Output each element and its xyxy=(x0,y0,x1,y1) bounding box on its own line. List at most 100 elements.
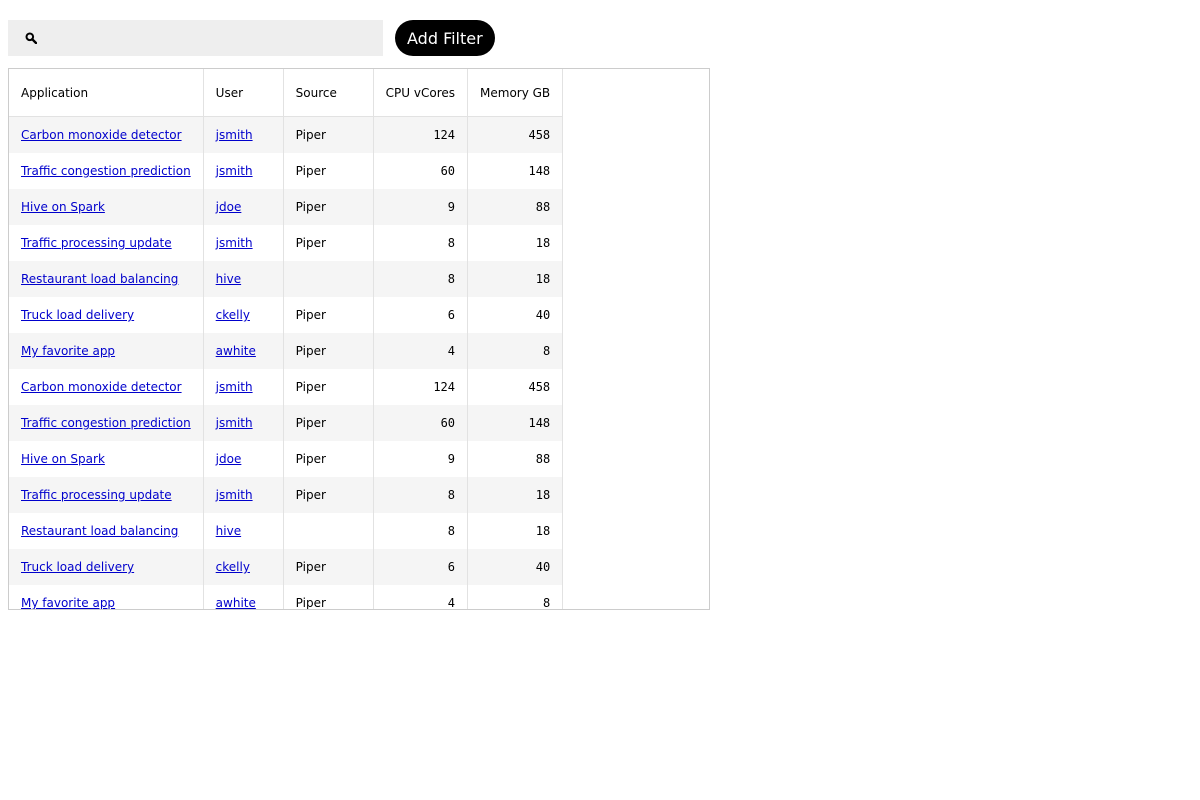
application-link[interactable]: Traffic congestion prediction xyxy=(21,416,191,430)
application-cell: My favorite app xyxy=(9,585,204,609)
cpu-vcores-cell: 6 xyxy=(373,549,469,585)
application-link[interactable]: Traffic congestion prediction xyxy=(21,164,191,178)
search-input[interactable] xyxy=(45,19,383,57)
add-filter-button[interactable]: Add Filter xyxy=(395,20,495,56)
memory-gb-cell: 40 xyxy=(467,297,564,333)
application-link[interactable]: Hive on Spark xyxy=(21,452,105,466)
table-row[interactable]: Hive on Spark jdoe Piper 9 88 xyxy=(9,441,564,477)
table-row[interactable]: Carbon monoxide detector jsmith Piper 124 45… xyxy=(9,116,564,153)
user-link[interactable]: jsmith xyxy=(216,236,253,250)
application-link[interactable]: Traffic processing update xyxy=(21,236,172,250)
user-link[interactable]: jsmith xyxy=(216,416,253,430)
table-row[interactable]: Truck load delivery ckelly Piper 6 40 xyxy=(9,297,564,333)
memory-gb-cell: 458 xyxy=(467,116,564,153)
table-row[interactable]: Restaurant load balancing hive 8 18 xyxy=(9,513,564,549)
user-cell: jsmith xyxy=(203,116,284,153)
memory-gb-cell: 8 xyxy=(467,333,564,369)
user-cell: jsmith xyxy=(203,225,284,261)
user-cell: awhite xyxy=(203,585,284,609)
application-link[interactable]: Truck load delivery xyxy=(21,308,134,322)
user-cell: jsmith xyxy=(203,369,284,405)
table-row[interactable]: Carbon monoxide detector jsmith Piper 124 45… xyxy=(9,369,564,405)
source-cell: Piper xyxy=(283,153,374,189)
memory-gb-cell: 88 xyxy=(467,189,564,225)
user-cell: hive xyxy=(203,513,284,549)
table-row[interactable]: My favorite app awhite Piper 4 8 xyxy=(9,333,564,369)
cpu-vcores-cell: 8 xyxy=(373,513,469,549)
user-cell: ckelly xyxy=(203,297,284,333)
table-row[interactable]: Traffic congestion prediction jsmith Piper… xyxy=(9,405,564,441)
cpu-vcores-cell: 60 xyxy=(373,405,469,441)
application-link[interactable]: Traffic processing update xyxy=(21,488,172,502)
application-cell: Hive on Spark xyxy=(9,441,204,477)
cpu-vcores-cell: 4 xyxy=(373,333,469,369)
source-cell: Piper xyxy=(283,189,374,225)
column-header-memory-gb[interactable]: Memory GB xyxy=(467,69,564,117)
user-cell: jdoe xyxy=(203,441,284,477)
user-cell: ckelly xyxy=(203,549,284,585)
user-link[interactable]: jsmith xyxy=(216,128,253,142)
user-cell: hive xyxy=(203,261,284,297)
column-header-application[interactable]: Application xyxy=(9,69,204,117)
search-box[interactable] xyxy=(8,19,383,57)
user-link[interactable]: jsmith xyxy=(216,380,253,394)
cpu-vcores-cell: 124 xyxy=(373,116,469,153)
source-cell xyxy=(283,513,374,549)
user-link[interactable]: ckelly xyxy=(216,308,250,322)
user-link[interactable]: hive xyxy=(216,524,241,538)
cpu-vcores-cell: 9 xyxy=(373,189,469,225)
table-header-row: Application User Source CPU vCores Memor… xyxy=(9,69,564,117)
column-header-user[interactable]: User xyxy=(203,69,284,117)
application-cell: Restaurant load balancing xyxy=(9,261,204,297)
user-cell: jsmith xyxy=(203,405,284,441)
user-link[interactable]: jdoe xyxy=(216,452,242,466)
table-row[interactable]: Traffic processing update jsmith Piper 8 18 xyxy=(9,477,564,513)
user-link[interactable]: jsmith xyxy=(216,164,253,178)
application-cell: Traffic congestion prediction xyxy=(9,153,204,189)
table-row[interactable]: Truck load delivery ckelly Piper 6 40 xyxy=(9,549,564,585)
cpu-vcores-cell: 60 xyxy=(373,153,469,189)
user-cell: jsmith xyxy=(203,153,284,189)
table-row[interactable]: Traffic processing update jsmith Piper 8 18 xyxy=(9,225,564,261)
application-link[interactable]: Truck load delivery xyxy=(21,560,134,574)
user-link[interactable]: awhite xyxy=(216,344,256,358)
application-cell: Truck load delivery xyxy=(9,549,204,585)
application-cell: Carbon monoxide detector xyxy=(9,116,204,153)
table-row[interactable]: Restaurant load balancing hive 8 18 xyxy=(9,261,564,297)
application-link[interactable]: Restaurant load balancing xyxy=(21,272,178,286)
application-cell: My favorite app xyxy=(9,333,204,369)
column-header-cpu-vcores[interactable]: CPU vCores xyxy=(373,69,469,117)
memory-gb-cell: 148 xyxy=(467,405,564,441)
source-cell: Piper xyxy=(283,116,374,153)
memory-gb-cell: 458 xyxy=(467,369,564,405)
application-link[interactable]: Carbon monoxide detector xyxy=(21,128,182,142)
applications-table: Application User Source CPU vCores Memor… xyxy=(9,69,564,609)
table-row[interactable]: Traffic congestion prediction jsmith Piper… xyxy=(9,153,564,189)
table-row[interactable]: My favorite app awhite Piper 4 8 xyxy=(9,585,564,609)
table-row[interactable]: Hive on Spark jdoe Piper 9 88 xyxy=(9,189,564,225)
cpu-vcores-cell: 8 xyxy=(373,225,469,261)
user-link[interactable]: jsmith xyxy=(216,488,253,502)
application-link[interactable]: My favorite app xyxy=(21,344,115,358)
memory-gb-cell: 18 xyxy=(467,477,564,513)
application-link[interactable]: My favorite app xyxy=(21,596,115,609)
data-grid[interactable]: Application User Source CPU vCores Memor… xyxy=(8,68,710,610)
user-link[interactable]: hive xyxy=(216,272,241,286)
application-link[interactable]: Restaurant load balancing xyxy=(21,524,178,538)
search-icon xyxy=(25,32,37,44)
memory-gb-cell: 40 xyxy=(467,549,564,585)
source-cell: Piper xyxy=(283,297,374,333)
application-link[interactable]: Hive on Spark xyxy=(21,200,105,214)
cpu-vcores-cell: 8 xyxy=(373,261,469,297)
application-cell: Restaurant load balancing xyxy=(9,513,204,549)
source-cell: Piper xyxy=(283,477,374,513)
source-cell xyxy=(283,261,374,297)
user-link[interactable]: awhite xyxy=(216,596,256,609)
user-cell: jdoe xyxy=(203,189,284,225)
user-link[interactable]: jdoe xyxy=(216,200,242,214)
column-header-source[interactable]: Source xyxy=(283,69,374,117)
user-link[interactable]: ckelly xyxy=(216,560,250,574)
memory-gb-cell: 88 xyxy=(467,441,564,477)
application-link[interactable]: Carbon monoxide detector xyxy=(21,380,182,394)
source-cell: Piper xyxy=(283,369,374,405)
